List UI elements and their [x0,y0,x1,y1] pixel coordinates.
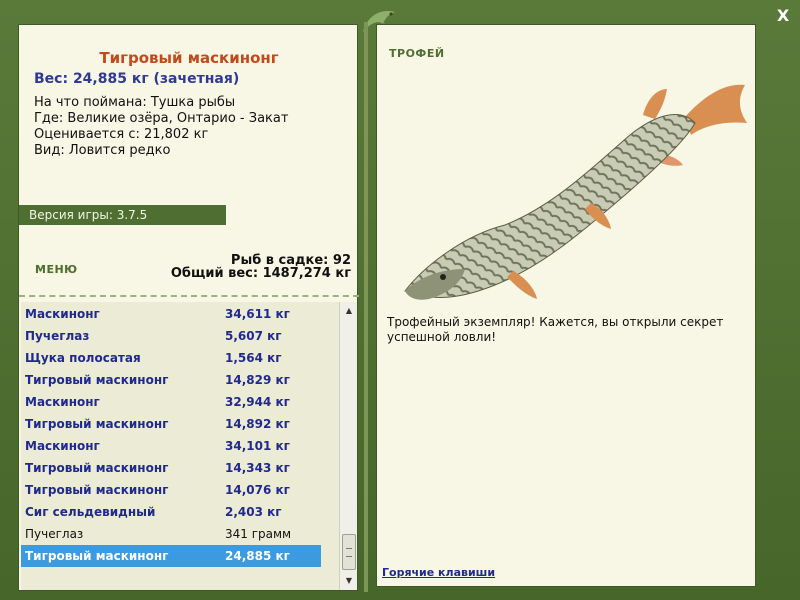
trophy-panel: ТРОФЕЙ Трофейный экземпляр! Кажется, вы … [376,24,756,587]
trophy-label: ТРОФЕЙ [389,47,445,60]
close-icon: X [776,6,790,25]
fish-list-weight: 24,885 кг [225,549,290,563]
trophy-message: Трофейный экземпляр! Кажется, вы открыли… [387,315,724,344]
fish-list-weight: 34,611 кг [225,307,290,321]
fish-list-row[interactable]: Тигровый маскинонг 14,343 кг [21,457,321,479]
fish-list-weight: 32,944 кг [225,395,290,409]
scroll-thumb[interactable] [342,534,356,570]
panel-divider [364,22,368,592]
fish-info-panel: Тигровый маскинонг Вес: 24,885 кг (зачет… [18,24,359,591]
fish-list-weight: 1,564 кг [225,351,282,365]
fish-list-row[interactable]: Щука полосатая 1,564 кг [21,347,321,369]
fish-list-name: Щука полосатая [25,351,141,365]
fish-list-weight: 14,076 кг [225,483,290,497]
fish-image [404,84,747,300]
keepnet-total-weight: Общий вес: 1487,274 кг [170,266,351,281]
fish-location-info: Где: Великие озёра, Онтарио - Закат [34,111,289,126]
fish-list-weight: 341 грамм [225,527,292,541]
list-scrollbar[interactable]: ▲ ▼ [339,302,357,590]
fish-list-row[interactable]: Маскинонг 32,944 кг [21,391,321,413]
fish-list-name: Маскинонг [25,307,100,321]
fish-list-name: Маскинонг [25,439,100,453]
fish-list-name: Тигровый маскинонг [25,461,169,475]
close-button[interactable]: X [773,6,793,26]
fish-list-weight: 34,101 кг [225,439,290,453]
fish-list-row[interactable]: Сиг сельдевидный 2,403 кг [21,501,321,523]
fish-list-name: Пучеглаз [25,527,84,541]
chevron-down-icon[interactable]: ▼ [341,574,357,588]
fish-list-row[interactable]: Пучеглаз 341 грамм [21,523,321,545]
fish-list-name: Пучеглаз [25,329,90,343]
fish-list-row[interactable]: Пучеглаз 5,607 кг [21,325,321,347]
fish-list-weight: 14,343 кг [225,461,290,475]
menu-button[interactable]: МЕНЮ [35,263,78,276]
hotkeys-link[interactable]: Горячие клавиши [382,566,495,579]
fish-list-row[interactable]: Маскинонг 34,611 кг [21,303,321,325]
fish-list-row[interactable]: Маскинонг 34,101 кг [21,435,321,457]
fish-rarity-info: Вид: Ловится редко [34,143,171,158]
fish-list-row[interactable]: Тигровый маскинонг 24,885 кг [21,545,321,567]
fish-bait-info: На что поймана: Тушка рыбы [34,95,236,110]
fish-list-name: Сиг сельдевидный [25,505,156,519]
fish-weight: Вес: 24,885 кг (зачетная) [34,71,240,87]
fish-list-row[interactable]: Тигровый маскинонг 14,829 кг [21,369,321,391]
fish-list-name: Тигровый маскинонг [25,417,169,431]
fish-list-name: Тигровый маскинонг [25,549,169,563]
dashed-divider [19,295,359,297]
fish-list-name: Тигровый маскинонг [25,483,169,497]
fish-list-weight: 14,829 кг [225,373,290,387]
fish-list-weight: 14,892 кг [225,417,290,431]
fish-list-weight: 5,607 кг [225,329,282,343]
game-version: Версия игры: 3.7.5 [19,205,226,225]
fish-list-name: Тигровый маскинонг [25,373,169,387]
fish-list-name: Маскинонг [25,395,100,409]
fish-value-info: Оценивается с: 21,802 кг [34,127,209,142]
fish-title: Тигровый маскинонг [99,49,279,67]
chevron-up-icon[interactable]: ▲ [341,304,357,318]
fish-list-row[interactable]: Тигровый маскинонг 14,892 кг [21,413,321,435]
fish-list-weight: 2,403 кг [225,505,282,519]
fish-list: Маскинонг 34,611 кг Пучеглаз 5,607 кг Щука п… [21,302,341,590]
fish-list-row[interactable]: Тигровый маскинонг 14,076 кг [21,479,321,501]
